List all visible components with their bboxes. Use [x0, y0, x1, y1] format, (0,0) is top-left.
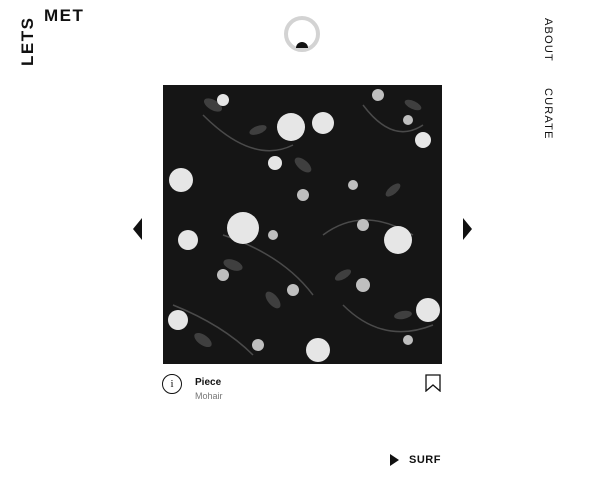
- nav-curate-link[interactable]: CURATE: [542, 88, 554, 140]
- next-arrow-icon[interactable]: [463, 218, 472, 240]
- surf-label: SURF: [409, 454, 441, 466]
- surf-button[interactable]: SURF: [390, 453, 441, 467]
- artwork-image[interactable]: [163, 85, 442, 364]
- bookmark-icon[interactable]: [424, 374, 442, 393]
- play-icon: [390, 454, 399, 466]
- info-button[interactable]: i: [162, 374, 182, 394]
- piece-medium: Mohair: [195, 391, 223, 401]
- nav-about-link[interactable]: ABOUT: [542, 18, 554, 62]
- logo-lets[interactable]: LETS: [18, 17, 38, 66]
- dial-icon[interactable]: [283, 15, 321, 53]
- info-icon: i: [170, 378, 174, 390]
- piece-title: Piece: [195, 377, 222, 388]
- logo-met[interactable]: MET: [44, 6, 84, 26]
- previous-arrow-icon[interactable]: [133, 218, 142, 240]
